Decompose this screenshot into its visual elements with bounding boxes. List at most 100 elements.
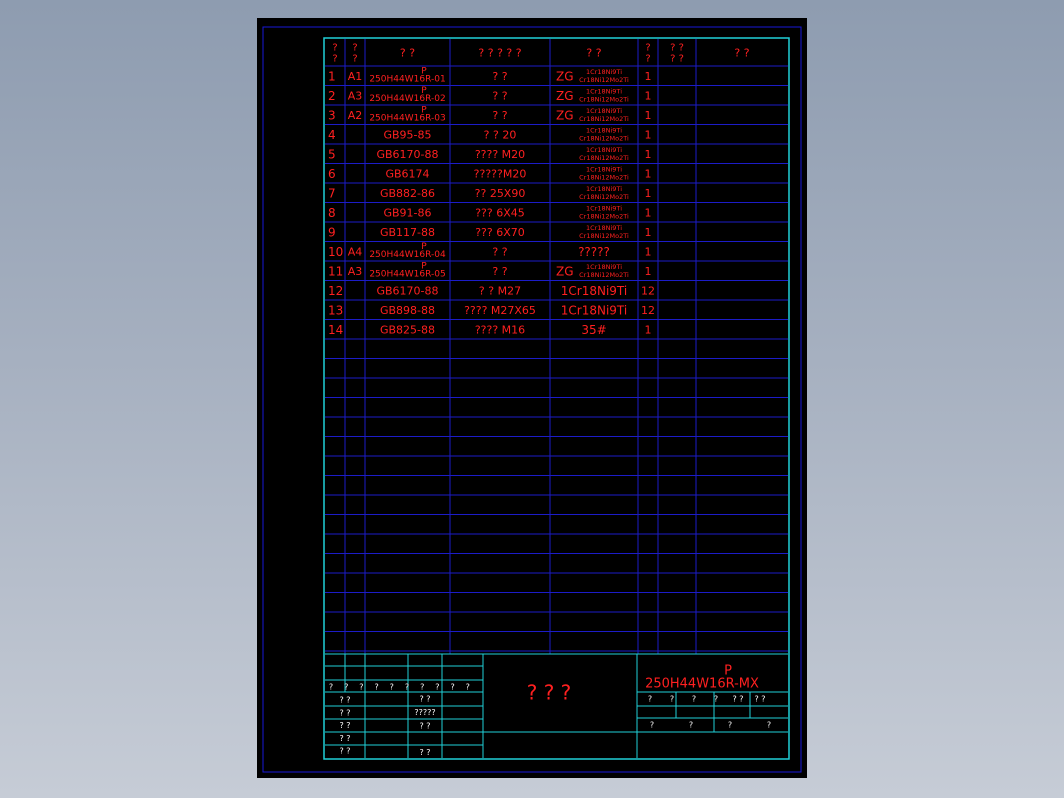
row-drawing-no: GB6170-88 (376, 148, 438, 161)
row-quantity: 1 (645, 70, 652, 83)
row-part-name: ???? M16 (475, 323, 525, 336)
row-item-no: 6 (328, 167, 336, 181)
header-cell-6: ? ? (670, 43, 684, 54)
row-item-no: 14 (328, 323, 343, 337)
row-drawing-no: GB95-85 (383, 128, 431, 141)
revision-header-cell: ? (390, 683, 394, 692)
row-item-no: 5 (328, 147, 336, 161)
row-quantity: 1 (645, 187, 652, 200)
row-part-name: ? ? (492, 109, 507, 122)
sign-label-mid: ????? (414, 708, 435, 717)
sign-label-mid: ? ? (419, 748, 430, 757)
sign-label: ? ? (339, 708, 350, 717)
row-quantity: 1 (645, 128, 652, 141)
right-header-cell: ? (648, 695, 652, 704)
row-material: 1Cr18Ni9Ti (561, 303, 627, 317)
row-quantity: 12 (641, 284, 655, 297)
sign-label-mid: ? ? (419, 722, 430, 731)
header-cell-6-b: ? ? (670, 54, 684, 65)
right-header-cell: ? (670, 695, 674, 704)
row-material: ????? (578, 245, 610, 259)
row-drawing-no: GB6174 (385, 167, 429, 180)
header-cell-1: ? (352, 43, 357, 54)
right-footer-cell: ? (728, 721, 732, 730)
right-footer-cell: ? (689, 721, 693, 730)
row-material-top: 1Cr18Ni9Ti (586, 166, 622, 174)
row-drawing-no: GB91-86 (383, 206, 431, 219)
row-quantity: 1 (645, 226, 652, 239)
row-part-name: ? ? 20 (484, 128, 517, 141)
row-quantity: 12 (641, 304, 655, 317)
right-header-cell: ? ? (732, 695, 743, 704)
row-item-no: 9 (328, 225, 336, 239)
header-cell-7: ? ? (734, 47, 749, 60)
row-material-bottom: Cr18Ni12Mo2Ti (579, 174, 629, 182)
sign-label: ? ? (339, 721, 350, 730)
row-part-name: ? ? (492, 265, 507, 278)
header-cell-0-b: ? (332, 54, 337, 65)
row-item-no: 8 (328, 206, 336, 220)
sign-label: ? ? (339, 747, 350, 756)
row-material-bottom: Cr18Ni12Mo2Ti (579, 213, 629, 221)
row-material-top: 1Cr18Ni9Ti (586, 263, 622, 271)
row-drawing-no: 250H44W16R-02 (369, 94, 445, 104)
row-material-prefix: ZG (556, 69, 574, 83)
row-material-prefix: ZG (556, 89, 574, 103)
row-drawing-no: 250H44W16R-03 (369, 113, 445, 123)
header-cell-3: ? ? ? ? ? (478, 47, 521, 60)
revision-header-cell: ? (329, 683, 333, 692)
row-item-no: 10 (328, 245, 343, 259)
row-drawing-no: GB898-88 (380, 304, 435, 317)
row-code: A4 (348, 245, 363, 258)
row-material: 1Cr18Ni9Ti (561, 284, 627, 298)
row-drawing-no: GB825-88 (380, 323, 435, 336)
row-material-top: 1Cr18Ni9Ti (586, 146, 622, 154)
row-part-name: ? ? (492, 245, 507, 258)
row-quantity: 1 (645, 323, 652, 336)
cad-drawing-canvas: ????? ?? ? ? ? ?? ???? ?? ?? ? 1 A1 P250H4… (257, 18, 807, 778)
row-material-bottom: Cr18Ni12Mo2Ti (579, 271, 629, 279)
revision-header-cell: ? (450, 683, 454, 692)
row-material-bottom: Cr18Ni12Mo2Ti (579, 232, 629, 240)
row-part-name: ? ? (492, 89, 507, 102)
row-material-top: 1Cr18Ni9Ti (586, 88, 622, 96)
row-drawing-no: 250H44W16R-04 (369, 250, 446, 260)
row-quantity: 1 (645, 109, 652, 122)
row-part-name: ??? 6X70 (475, 226, 525, 239)
row-material-top: 1Cr18Ni9Ti (586, 68, 622, 76)
row-code: A3 (348, 89, 363, 102)
row-drawing-no: GB117-88 (380, 226, 435, 239)
row-item-no: 13 (328, 303, 343, 317)
row-item-no: 12 (328, 284, 343, 298)
row-part-name: ??? 6X45 (475, 206, 525, 219)
header-cell-5: ? (645, 43, 650, 54)
row-quantity: 1 (645, 265, 652, 278)
revision-header-cell: ? (420, 683, 424, 692)
row-drawing-no: GB882-86 (380, 187, 435, 200)
row-part-name: ???? M27X65 (464, 304, 536, 317)
row-part-name: ???? M20 (475, 148, 525, 161)
row-item-no: 7 (328, 186, 336, 200)
row-material-top: 1Cr18Ni9Ti (586, 107, 622, 115)
sign-label: ? ? (339, 696, 350, 705)
row-material-bottom: Cr18Ni12Mo2Ti (579, 96, 629, 104)
right-header-cell: ? (692, 695, 696, 704)
row-material-top: 1Cr18Ni9Ti (586, 224, 622, 232)
row-quantity: 1 (645, 167, 652, 180)
right-header-cell: ? (714, 695, 718, 704)
revision-header-cell: ? (466, 683, 470, 692)
right-header-cell: ? ? (754, 695, 765, 704)
row-quantity: 1 (645, 206, 652, 219)
row-material-top: 1Cr18Ni9Ti (586, 185, 622, 193)
row-material-top: 1Cr18Ni9Ti (586, 127, 622, 135)
header-cell-1-b: ? (352, 54, 357, 65)
row-material-prefix: ZG (556, 264, 574, 278)
row-material-top: 1Cr18Ni9Ti (586, 205, 622, 213)
row-material-prefix: ZG (556, 108, 574, 122)
row-part-name: ? ? M27 (479, 284, 521, 297)
row-material: 35# (581, 323, 606, 337)
revision-header-cell: ? (405, 683, 409, 692)
header-cell-2: ? ? (400, 47, 415, 60)
row-code: A1 (348, 70, 363, 83)
row-drawing-no: GB6170-88 (376, 284, 438, 297)
